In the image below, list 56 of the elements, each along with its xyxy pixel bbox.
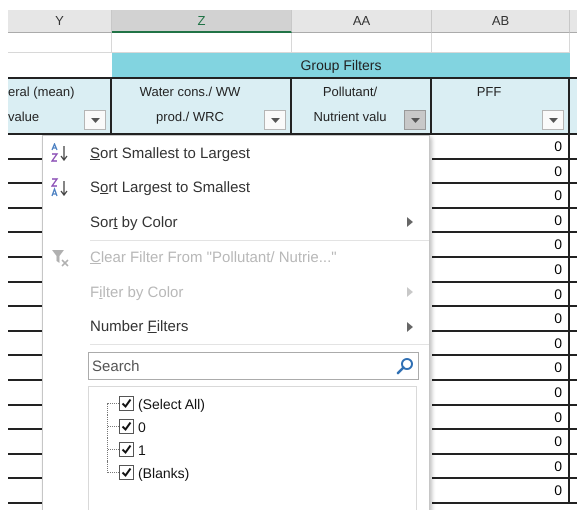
menu-item-label: Number Filters [90,318,190,336]
search-field[interactable]: Search [88,352,419,380]
checkbox[interactable] [119,419,134,434]
table-cell: 0 [432,430,570,455]
menu-item-label: Sort Largest to Smallest [90,179,252,196]
caret-icon [90,118,100,122]
checkbox-label: (Blanks) [138,464,190,480]
table-cell: 0 [432,454,570,480]
submenu-arrow-icon [407,287,413,298]
submenu-arrow-icon [407,217,413,228]
menu-item[interactable]: Sort Smallest to Largest [43,136,429,170]
filter-dropdown-button[interactable] [264,110,286,130]
caret-icon [548,118,558,122]
menu-item-label: Filter by Color [90,284,184,301]
search-icon [396,357,414,375]
checkbox-label: 1 [138,442,146,458]
submenu-arrow-icon [407,322,413,332]
menu-item-label: Sort by Color [90,214,179,231]
filter-dropdown-button[interactable] [542,110,564,130]
table-cell: 0 [432,282,570,308]
table-cell: 0 [432,307,570,332]
table-cell: 0 [432,332,570,356]
caret-icon [410,118,420,122]
column-header[interactable]: AA [292,10,432,33]
table-cell: 0 [432,380,570,406]
table-cell: 0 [432,258,570,283]
checkbox-label: (Select All) [138,396,205,412]
clear-filter-icon [51,248,71,268]
table-cell: 0 [432,479,570,504]
menu-item[interactable]: Number Filters [43,310,429,345]
column-title: PFF [476,83,502,101]
table-cell: 0 [432,406,570,430]
table-cell: 0 [432,233,570,258]
filter-dropdown-button[interactable] [84,110,106,130]
menu-item-label: Clear Filter From "Pollutant/ Nutrie..." [90,249,338,266]
group-header: Group Filters [112,53,570,77]
column-header[interactable]: Z [112,10,292,33]
column-title: eral (mean) value [8,83,74,126]
caret-icon [270,118,280,122]
column-title: Water cons./ WW prod./ WRC [138,83,240,126]
menu-item-label: Sort Smallest to Largest [90,144,252,162]
column-header[interactable]: Y [8,10,112,33]
checkbox[interactable] [119,465,134,480]
checkbox[interactable] [119,442,134,457]
table-cell: 0 [432,208,570,234]
column-title: Pollutant/ Nutrient valu [312,83,386,126]
table-cell: 0 [432,356,570,381]
table-cell: 0 [432,184,570,209]
checkbox-label: 0 [138,418,146,434]
menu-item[interactable]: Sort by Color [43,205,429,240]
column-header[interactable]: AB [432,10,570,33]
filter-dropdown-button[interactable] [404,110,426,130]
table-cell: 0 [432,160,570,184]
checkbox[interactable] [119,396,134,411]
menu-item[interactable]: Sort Largest to Smallest [43,170,429,205]
table-cell: 0 [432,135,570,160]
